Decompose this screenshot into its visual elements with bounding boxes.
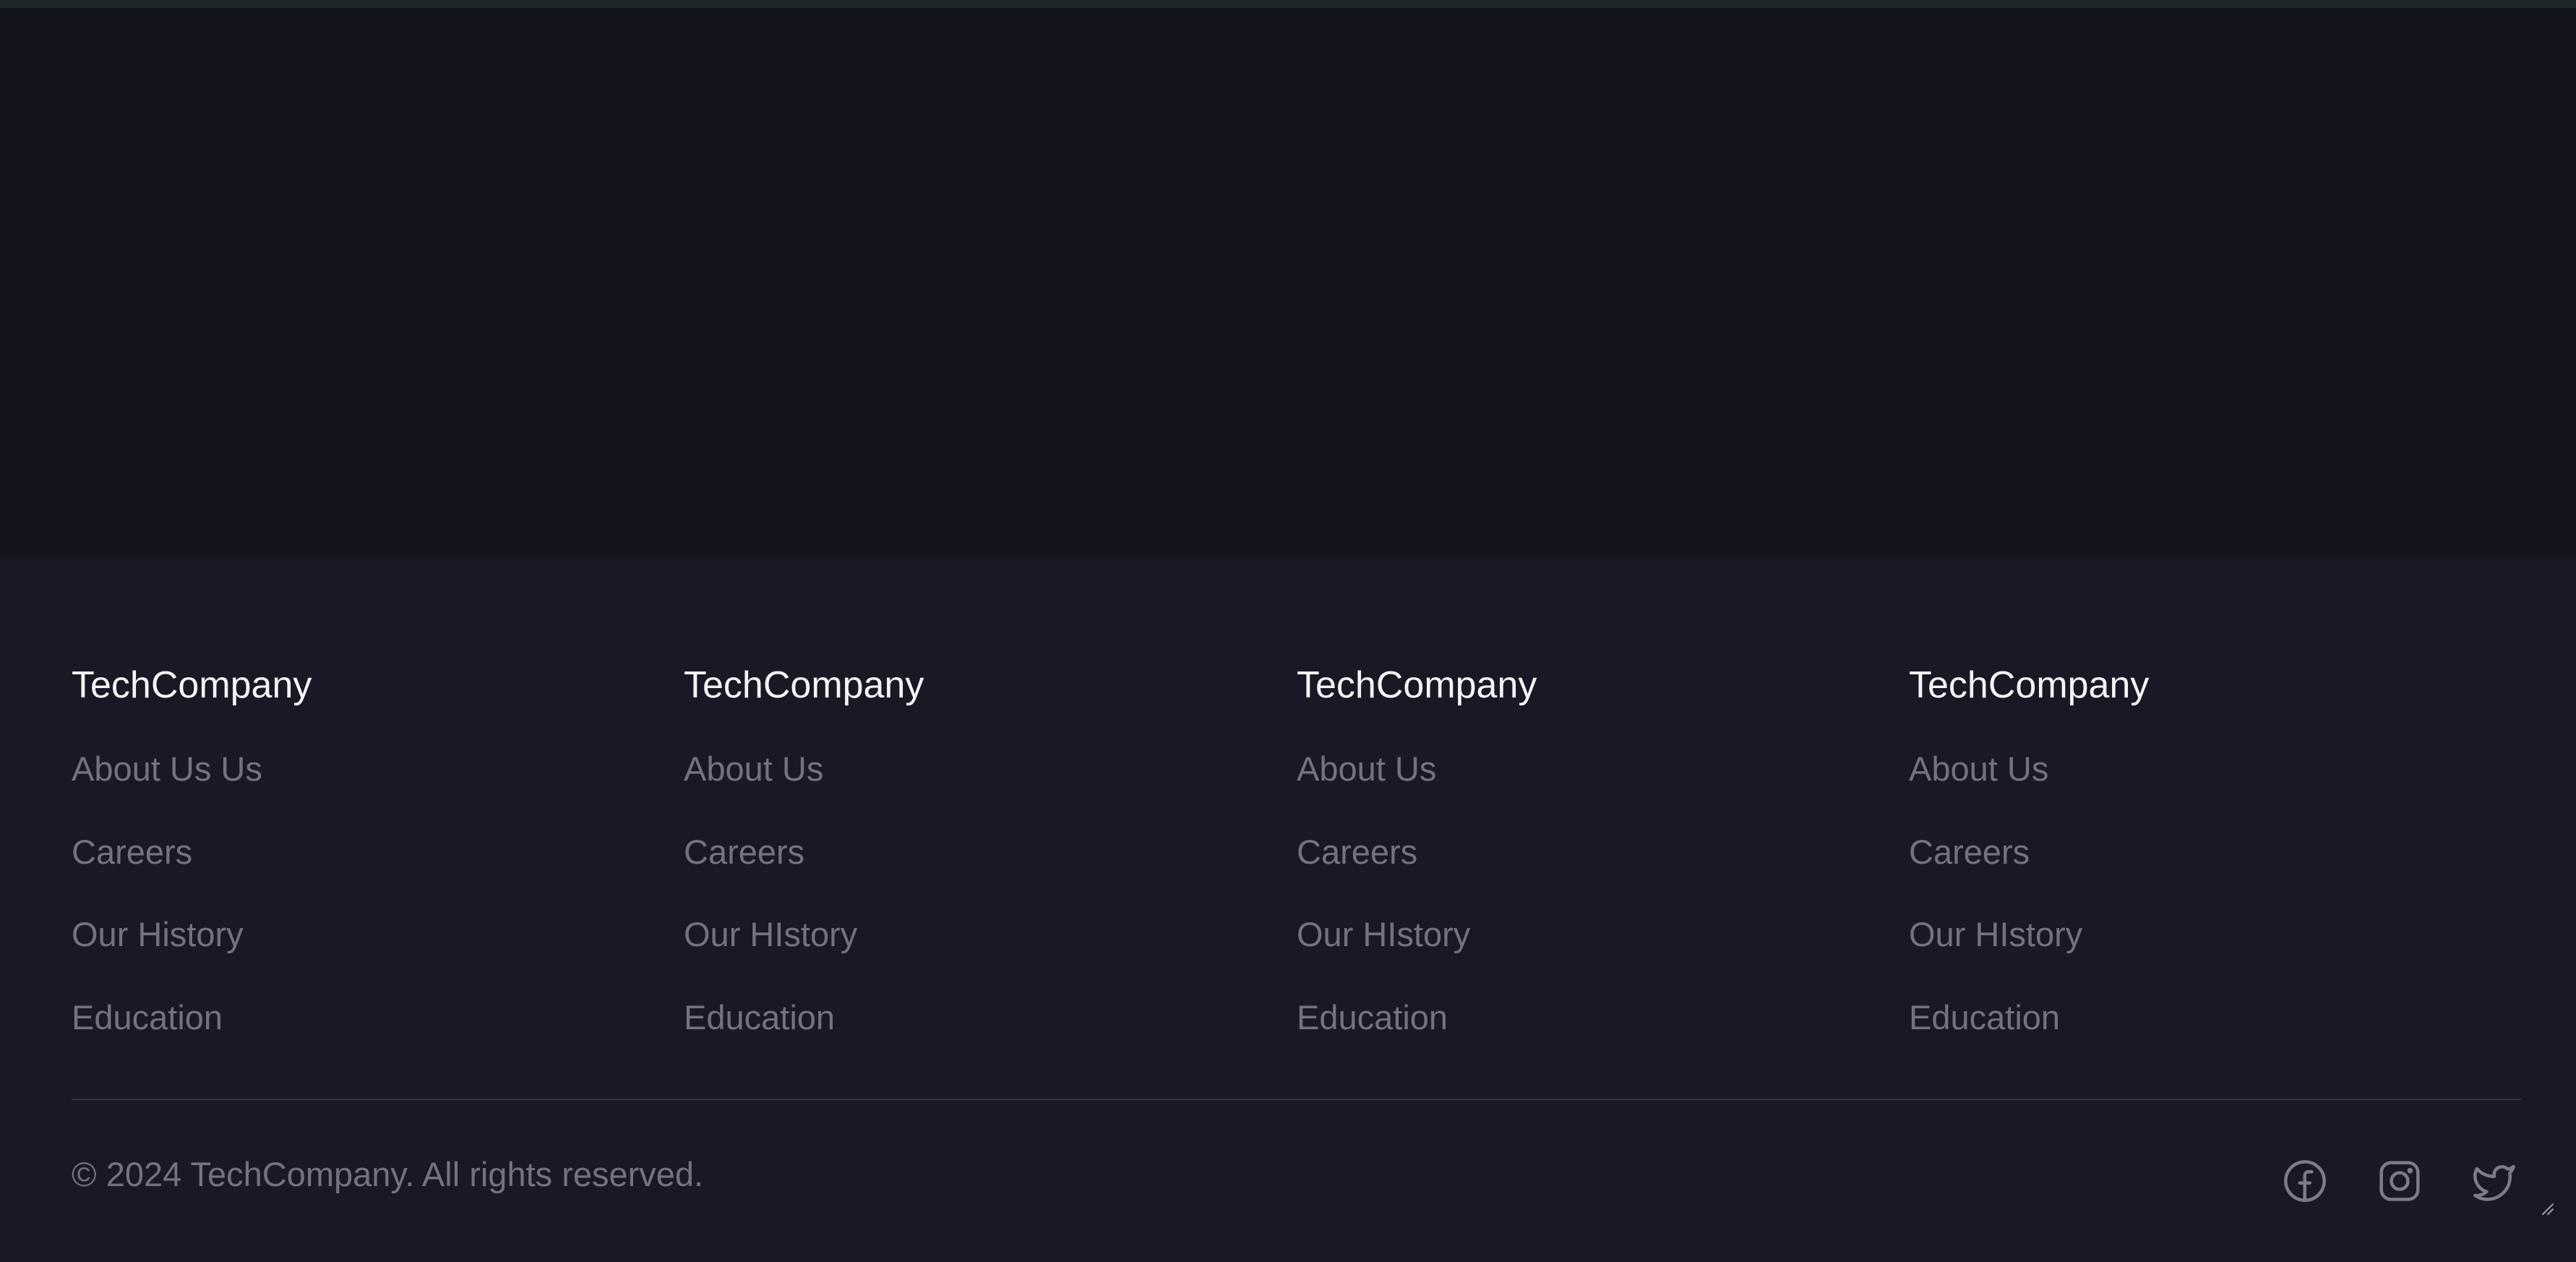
footer-column-title: TechCompany <box>1297 664 1537 706</box>
footer-link-careers[interactable]: Careers <box>684 835 804 869</box>
footer-column-title: TechCompany <box>684 664 924 706</box>
site-footer: TechCompany About Us Us Careers Our Hist… <box>0 558 2576 1262</box>
footer-link-about-us[interactable]: About Us Us <box>72 752 262 786</box>
instagram-link[interactable] <box>2377 1158 2423 1204</box>
footer-link-about-us[interactable]: About Us <box>684 752 823 786</box>
footer-column-title: TechCompany <box>72 664 312 706</box>
footer-link-our-history[interactable]: Our History <box>72 917 244 951</box>
footer-link-about-us[interactable]: About Us <box>1909 752 2048 786</box>
resize-handle-icon[interactable] <box>2538 1200 2554 1216</box>
top-border-strip <box>0 0 2576 8</box>
footer-divider <box>72 1099 2521 1100</box>
footer-link-our-history[interactable]: Our HIstory <box>1297 917 1470 951</box>
footer-link-our-history[interactable]: Our HIstory <box>684 917 857 951</box>
footer-link-careers[interactable]: Careers <box>1297 835 1417 869</box>
hero-area <box>0 8 2576 558</box>
footer-link-careers[interactable]: Careers <box>72 835 192 869</box>
footer-link-education[interactable]: Education <box>72 1000 223 1034</box>
footer-link-careers[interactable]: Careers <box>1909 835 2030 869</box>
facebook-link[interactable] <box>2282 1158 2328 1204</box>
footer-link-education[interactable]: Education <box>1909 1000 2060 1034</box>
footer-link-education[interactable]: Education <box>684 1000 835 1034</box>
footer-link-our-history[interactable]: Our HIstory <box>1909 917 2082 951</box>
facebook-icon <box>2282 1158 2328 1204</box>
footer-column-title: TechCompany <box>1909 664 2150 706</box>
instagram-icon <box>2377 1158 2423 1204</box>
copyright-text: © 2024 TechCompany. All rights reserved. <box>72 1155 704 1193</box>
twitter-link[interactable] <box>2471 1158 2517 1204</box>
footer-link-about-us[interactable]: About Us <box>1297 752 1436 786</box>
twitter-icon <box>2471 1158 2517 1204</box>
footer-link-education[interactable]: Education <box>1297 1000 1448 1034</box>
